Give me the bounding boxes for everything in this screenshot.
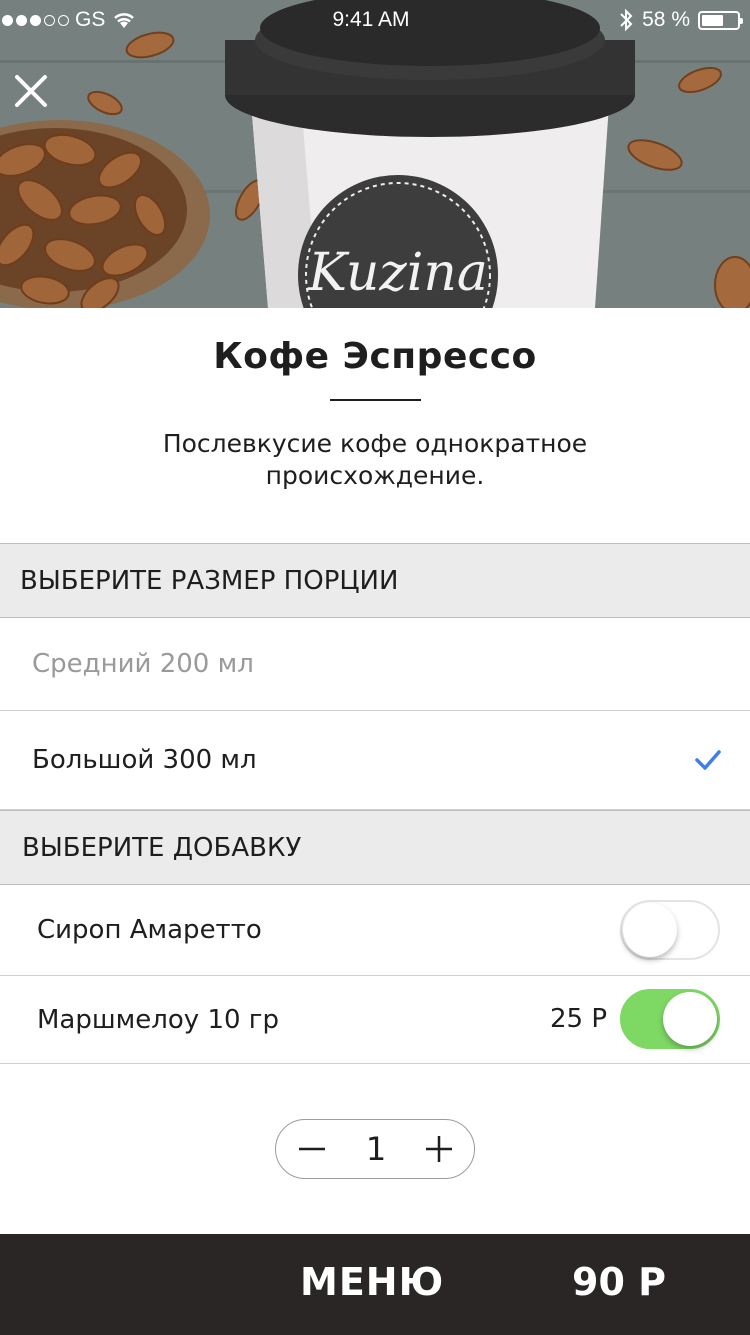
minus-icon[interactable] [281, 1120, 341, 1180]
size-option-label: Большой 300 мл [32, 745, 257, 775]
plus-icon[interactable] [409, 1120, 469, 1180]
addon-row-amaretto: Сироп Амаретто [0, 885, 750, 976]
addon-row-marshmallow: Маршмелоу 10 гр 25 Р [0, 976, 750, 1064]
description-line: происхождение. [265, 461, 485, 490]
coffee-cup-illustration: Kuzina [0, 0, 750, 308]
bottom-bar: МЕНЮ 90 Р [0, 1234, 750, 1335]
size-section-header: ВЫБЕРИТЕ РАЗМЕР ПОРЦИИ [0, 543, 750, 618]
battery-percent: 58 % [642, 8, 690, 31]
addon-section-header: ВЫБЕРИТЕ ДОБАВКУ [0, 810, 750, 885]
toggle-knob [663, 992, 717, 1046]
toggle-knob [623, 903, 677, 957]
quantity-value: 1 [365, 1130, 387, 1168]
addon-price: 25 Р [549, 1004, 607, 1034]
product-description: Послевкусие кофе однократное происхожден… [100, 428, 650, 492]
size-option-label: Средний 200 мл [32, 649, 254, 679]
description-line: Послевкусие кофе однократное [162, 429, 588, 458]
checkmark-icon [695, 750, 721, 770]
size-section-title: ВЫБЕРИТЕ РАЗМЕР ПОРЦИИ [20, 565, 399, 596]
title-divider [330, 399, 421, 401]
addon-label: Маршмелоу 10 гр [37, 1004, 279, 1035]
bluetooth-icon [620, 8, 633, 32]
marshmallow-toggle[interactable] [620, 989, 720, 1049]
battery-icon [698, 10, 743, 30]
size-option-medium[interactable]: Средний 200 мл [0, 618, 750, 711]
amaretto-toggle[interactable] [620, 900, 720, 960]
order-total: 90 Р [572, 1260, 666, 1304]
size-option-large[interactable]: Большой 300 мл [0, 711, 750, 810]
product-photo: Kuzina [0, 0, 750, 308]
menu-button[interactable]: МЕНЮ [300, 1260, 444, 1304]
cup-brand-text: Kuzina [307, 243, 488, 303]
addon-label: Сироп Амаретто [37, 915, 262, 945]
addon-section-title: ВЫБЕРИТЕ ДОБАВКУ [22, 832, 302, 863]
product-title: Кофе Эспрессо [213, 336, 537, 377]
quantity-stepper: 1 [275, 1119, 475, 1179]
close-icon[interactable] [12, 72, 50, 110]
status-bar: GS 9:41 AM 58 % [0, 0, 750, 40]
